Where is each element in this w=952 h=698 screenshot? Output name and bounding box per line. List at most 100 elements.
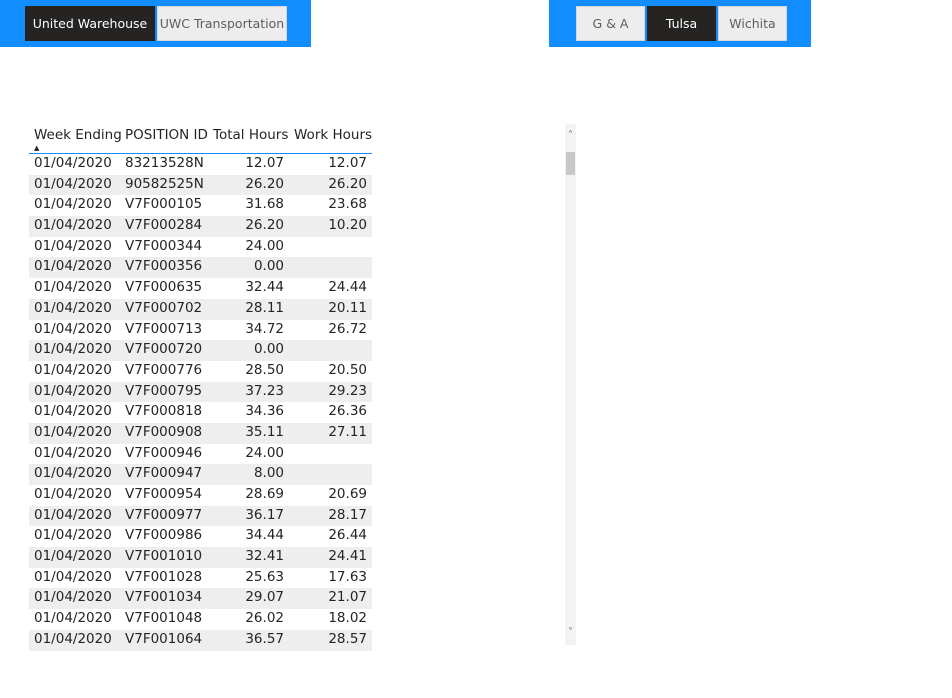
- table-row[interactable]: 01/04/2020 V7F000356 0.00: [29, 257, 372, 279]
- total-hours-cell: 26.02: [245, 610, 284, 627]
- table-row[interactable]: 01/04/2020 V7F000713 34.72 26.72: [29, 320, 372, 341]
- total-hours-cell: 28.11: [245, 299, 284, 316]
- week-ending-cell: 01/04/2020: [34, 155, 112, 171]
- table-row[interactable]: 01/04/2020 V7F001010 32.41 24.41: [29, 547, 372, 568]
- scrollbar-thumb[interactable]: [566, 152, 575, 175]
- position-id-cell: V7F000986: [125, 527, 203, 544]
- table-row[interactable]: 01/04/2020 V7F000344 24.00: [29, 237, 372, 258]
- total-hours-cell: 16.02: [245, 652, 284, 653]
- scroll-down-icon[interactable]: ˅: [565, 627, 576, 638]
- work-hours-cell: 24.41: [328, 548, 367, 565]
- week-ending-cell: 01/04/2020: [34, 382, 112, 399]
- total-hours-cell: 12.07: [245, 155, 284, 171]
- column-header-week-ending[interactable]: Week Ending: [34, 127, 122, 143]
- week-ending-cell: 01/04/2020: [34, 444, 112, 461]
- work-hours-cell: 26.36: [328, 403, 367, 420]
- work-hours-cell: 26.44: [328, 527, 367, 544]
- table-body: 01/04/2020 83213528N 12.07 12.07 01/04/2020 9…: [29, 154, 372, 652]
- work-hours-cell: 17.63: [328, 568, 367, 585]
- position-id-cell: V7F000795: [125, 382, 203, 399]
- week-ending-cell: 01/04/2020: [34, 506, 112, 523]
- position-id-cell: V7F000720: [125, 341, 203, 358]
- work-hours-cell: 23.68: [328, 196, 367, 213]
- table-row[interactable]: 01/04/2020 V7F000954 28.69 20.69: [29, 485, 372, 506]
- total-hours-cell: 24.00: [245, 444, 284, 461]
- work-hours-cell: 10.20: [328, 217, 367, 234]
- table-row[interactable]: 01/04/2020 V7F001048 26.02 18.02: [29, 609, 372, 630]
- work-hours-cell: 28.57: [328, 630, 367, 647]
- total-hours-cell: 26.20: [245, 175, 284, 192]
- table-row[interactable]: 01/04/2020 V7F000908 35.11 27.11: [29, 422, 372, 444]
- table-row[interactable]: 01/04/2020 90582525N 26.20 26.20: [29, 174, 372, 196]
- work-hours-cell: 16.02: [328, 652, 367, 653]
- column-header-position-id[interactable]: POSITION ID: [125, 127, 208, 143]
- week-ending-cell: 01/04/2020: [34, 279, 112, 296]
- total-hours-cell: 31.68: [245, 196, 284, 213]
- total-hours-cell: 32.44: [245, 279, 284, 296]
- table-row[interactable]: 01/04/2020 V7F000947 8.00: [29, 464, 372, 485]
- column-header-total-hours[interactable]: Total Hours: [213, 127, 288, 143]
- table-row[interactable]: 01/04/2020 V7F000635 32.44 24.44: [29, 278, 372, 299]
- total-hours-cell: 34.72: [245, 320, 284, 337]
- table-row[interactable]: 01/04/2020 V7F000105 31.68 23.68: [29, 195, 372, 216]
- work-hours-cell: 20.50: [328, 361, 367, 378]
- position-id-cell: V7F000635: [125, 279, 203, 296]
- position-id-cell: V7F001028: [125, 568, 203, 585]
- position-id-cell: V7F000713: [125, 320, 203, 337]
- table-row[interactable]: 01/04/2020 V7F001064 36.57 28.57: [29, 629, 372, 651]
- table-scrollbar[interactable]: ˄ ˅: [565, 124, 576, 645]
- total-hours-cell: 8.00: [253, 465, 284, 482]
- work-hours-cell: 26.72: [328, 320, 367, 337]
- table-row[interactable]: 01/04/2020 V7F000818 34.36 26.36: [29, 402, 372, 423]
- week-ending-cell: 01/04/2020: [34, 610, 112, 627]
- slicer-option-united-warehouse[interactable]: United Warehouse: [25, 6, 155, 41]
- column-header-work-hours[interactable]: Work Hours: [294, 127, 372, 143]
- week-ending-cell: 01/04/2020: [34, 237, 112, 254]
- table-row[interactable]: 01/04/2020 V7F000702 28.11 20.11: [29, 298, 372, 320]
- slicer-option-tulsa[interactable]: Tulsa: [647, 6, 716, 41]
- table-row[interactable]: 01/04/2020 V7F001028 25.63 17.63: [29, 568, 372, 589]
- table-row[interactable]: 01/04/2020 V7F000776 28.50 20.50: [29, 361, 372, 382]
- position-id-cell: 83213528N: [125, 155, 204, 171]
- position-id-cell: 90582525N: [125, 175, 204, 192]
- table-row[interactable]: 01/04/2020 V7F000946 24.00: [29, 444, 372, 465]
- position-id-cell: V7F000977: [125, 506, 203, 523]
- table-header: Week Ending POSITION ID Total Hours Work…: [29, 125, 372, 154]
- position-id-cell: V7F000818: [125, 403, 203, 420]
- table-row[interactable]: 01/04/2020 83213528N 12.07 12.07: [29, 154, 372, 175]
- hours-table: Week Ending POSITION ID Total Hours Work…: [29, 125, 372, 652]
- table-row[interactable]: 01/04/2020 V7F001066 16.02 16.02: [29, 651, 372, 653]
- week-ending-cell: 01/04/2020: [34, 652, 112, 653]
- position-id-cell: V7F000356: [125, 258, 203, 275]
- position-id-cell: V7F001048: [125, 610, 203, 627]
- table-row[interactable]: 01/04/2020 V7F000795 37.23 29.23: [29, 381, 372, 403]
- total-hours-cell: 36.57: [245, 630, 284, 647]
- position-id-cell: V7F001010: [125, 548, 203, 565]
- week-ending-cell: 01/04/2020: [34, 548, 112, 565]
- table-row[interactable]: 01/04/2020 V7F001034 29.07 21.07: [29, 588, 372, 610]
- slicer-option-wichita[interactable]: Wichita: [718, 6, 787, 41]
- position-id-cell: V7F000344: [125, 237, 203, 254]
- table-row[interactable]: 01/04/2020 V7F000720 0.00: [29, 340, 372, 361]
- scroll-up-icon[interactable]: ˄: [565, 130, 576, 141]
- total-hours-cell: 34.44: [245, 527, 284, 544]
- table-row[interactable]: 01/04/2020 V7F000977 36.17 28.17: [29, 505, 372, 527]
- position-id-cell: V7F001066: [125, 652, 202, 653]
- work-hours-cell: 26.20: [328, 175, 367, 192]
- week-ending-cell: 01/04/2020: [34, 299, 112, 316]
- total-hours-cell: 29.07: [245, 589, 284, 606]
- week-ending-cell: 01/04/2020: [34, 527, 112, 544]
- table-row[interactable]: 01/04/2020 V7F000284 26.20 10.20: [29, 216, 372, 237]
- slicer-option-g-and-a[interactable]: G & A: [576, 6, 645, 41]
- week-ending-cell: 01/04/2020: [34, 423, 112, 440]
- week-ending-cell: 01/04/2020: [34, 217, 112, 234]
- table-row[interactable]: 01/04/2020 V7F000986 34.44 26.44: [29, 526, 372, 547]
- week-ending-cell: 01/04/2020: [34, 320, 112, 337]
- week-ending-cell: 01/04/2020: [34, 568, 112, 585]
- slicer-option-uwc-transportation[interactable]: UWC Transportation: [157, 6, 287, 41]
- position-id-cell: V7F000776: [125, 361, 203, 378]
- total-hours-cell: 34.36: [245, 403, 284, 420]
- total-hours-cell: 28.69: [245, 486, 284, 502]
- work-hours-cell: 20.69: [328, 486, 367, 502]
- week-ending-cell: 01/04/2020: [34, 486, 112, 502]
